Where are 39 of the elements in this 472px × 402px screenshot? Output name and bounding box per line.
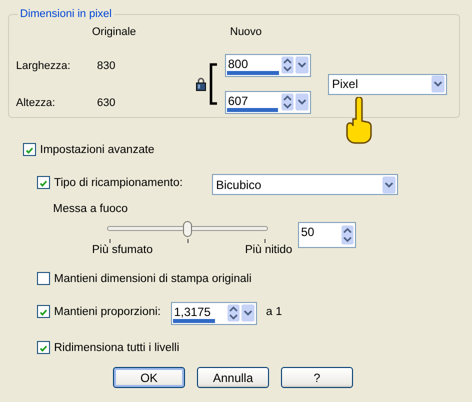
spin-arrows-icon[interactable] bbox=[227, 304, 240, 322]
slider-max-label: Più nitido bbox=[245, 244, 292, 256]
checkbox-label[interactable]: Mantieni proporzioni: bbox=[54, 306, 161, 318]
dropdown[interactable]: Bicubico bbox=[212, 174, 398, 195]
checkbox[interactable] bbox=[37, 176, 50, 189]
checkbox-label[interactable]: Mantieni dimensioni di stampa originali bbox=[54, 272, 252, 284]
checkbox-label[interactable]: Ridimensiona tutti i livelli bbox=[54, 342, 180, 354]
field-label: Altezza: bbox=[16, 96, 56, 108]
pointing-hand-icon bbox=[345, 97, 373, 145]
number-field[interactable]: 1,3175 bbox=[171, 302, 257, 325]
dropdown[interactable]: Pixel bbox=[328, 74, 447, 94]
column-header: Nuovo bbox=[229, 26, 263, 38]
dialog-button[interactable]: OK bbox=[113, 367, 185, 388]
checkbox[interactable] bbox=[37, 272, 50, 285]
slider-track[interactable] bbox=[107, 221, 268, 237]
original-value: 830 bbox=[97, 60, 116, 72]
spin-arrows-icon[interactable] bbox=[341, 225, 354, 245]
dialog-button[interactable]: ? bbox=[281, 367, 353, 388]
lock-icon[interactable] bbox=[196, 77, 206, 91]
number-field[interactable]: 800 bbox=[225, 54, 311, 77]
checkbox-label[interactable]: Tipo di ricampionamento: bbox=[54, 176, 183, 188]
field-label: Larghezza: bbox=[16, 60, 72, 72]
checkbox-label[interactable]: Impostazioni avanzate bbox=[40, 144, 154, 156]
spin-arrows-icon[interactable] bbox=[281, 93, 294, 111]
slider-label: Messa a fuoco bbox=[53, 203, 128, 215]
slider-thumb[interactable] bbox=[182, 221, 192, 237]
group-title: Dimensioni in pixel bbox=[19, 8, 113, 20]
checkbox[interactable] bbox=[23, 143, 36, 156]
checkbox[interactable] bbox=[37, 341, 50, 354]
checkbox[interactable] bbox=[37, 305, 50, 318]
ratio-suffix: a 1 bbox=[266, 306, 282, 318]
slider-min-label: Più sfumato bbox=[92, 244, 153, 256]
number-field[interactable]: 50 bbox=[298, 222, 356, 248]
link-bracket bbox=[209, 63, 219, 105]
original-value: 630 bbox=[97, 96, 116, 108]
spin-arrows-icon[interactable] bbox=[281, 56, 294, 74]
number-field[interactable]: 607 bbox=[225, 91, 311, 114]
column-header: Originale bbox=[91, 26, 138, 38]
dialog-button[interactable]: Annulla bbox=[197, 367, 269, 388]
